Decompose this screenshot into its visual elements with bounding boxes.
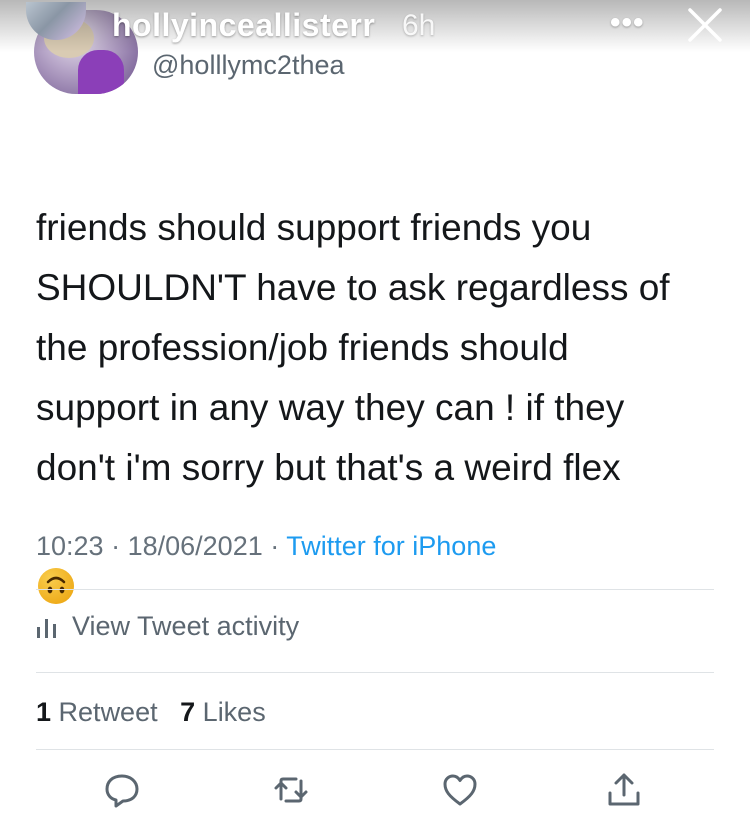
tweet-date: 18/06/2021 [127,531,263,561]
tweet-meta: 10:23 · 18/06/2021 · Twitter for iPhone [36,531,497,561]
retweet-count: 1 [36,697,52,727]
retweet-button[interactable] [272,771,310,809]
share-button[interactable] [605,771,643,809]
like-stat[interactable]: 7 Likes [180,697,266,727]
retweet-label: Retweet [58,697,158,727]
more-options-icon[interactable]: ••• [610,6,645,40]
activity-chart-icon [37,618,56,638]
close-icon [688,8,722,42]
view-tweet-activity[interactable]: View Tweet activity [36,611,299,642]
like-button[interactable] [441,771,479,809]
tweet-source[interactable]: Twitter for iPhone [286,531,496,561]
retweet-icon [274,777,308,803]
close-button[interactable] [684,4,726,46]
divider [36,672,714,673]
tweet-body: friends should support friends you SHOUL… [36,207,670,488]
like-label: Likes [202,697,266,727]
tweet-time: 10:23 [36,531,104,561]
emoji-icon [38,568,74,604]
tweet-handle[interactable]: @holllymc2thea [152,50,345,81]
view-tweet-activity-label: View Tweet activity [72,611,300,641]
story-time: 6h [402,9,436,42]
divider [36,749,714,750]
story-username[interactable]: hollyinceallisterr [112,7,375,44]
tweet-text: friends should support friends you SHOUL… [36,138,726,684]
upside-down-face-emoji [36,504,726,624]
like-icon [443,774,477,806]
tweet-stats: 1 Retweet 7 Likes [36,697,266,728]
divider [36,589,714,590]
share-icon [608,773,640,806]
reply-button[interactable] [103,771,141,809]
retweet-stat[interactable]: 1 Retweet [36,697,158,727]
reply-icon [105,774,139,808]
like-count: 7 [180,697,196,727]
